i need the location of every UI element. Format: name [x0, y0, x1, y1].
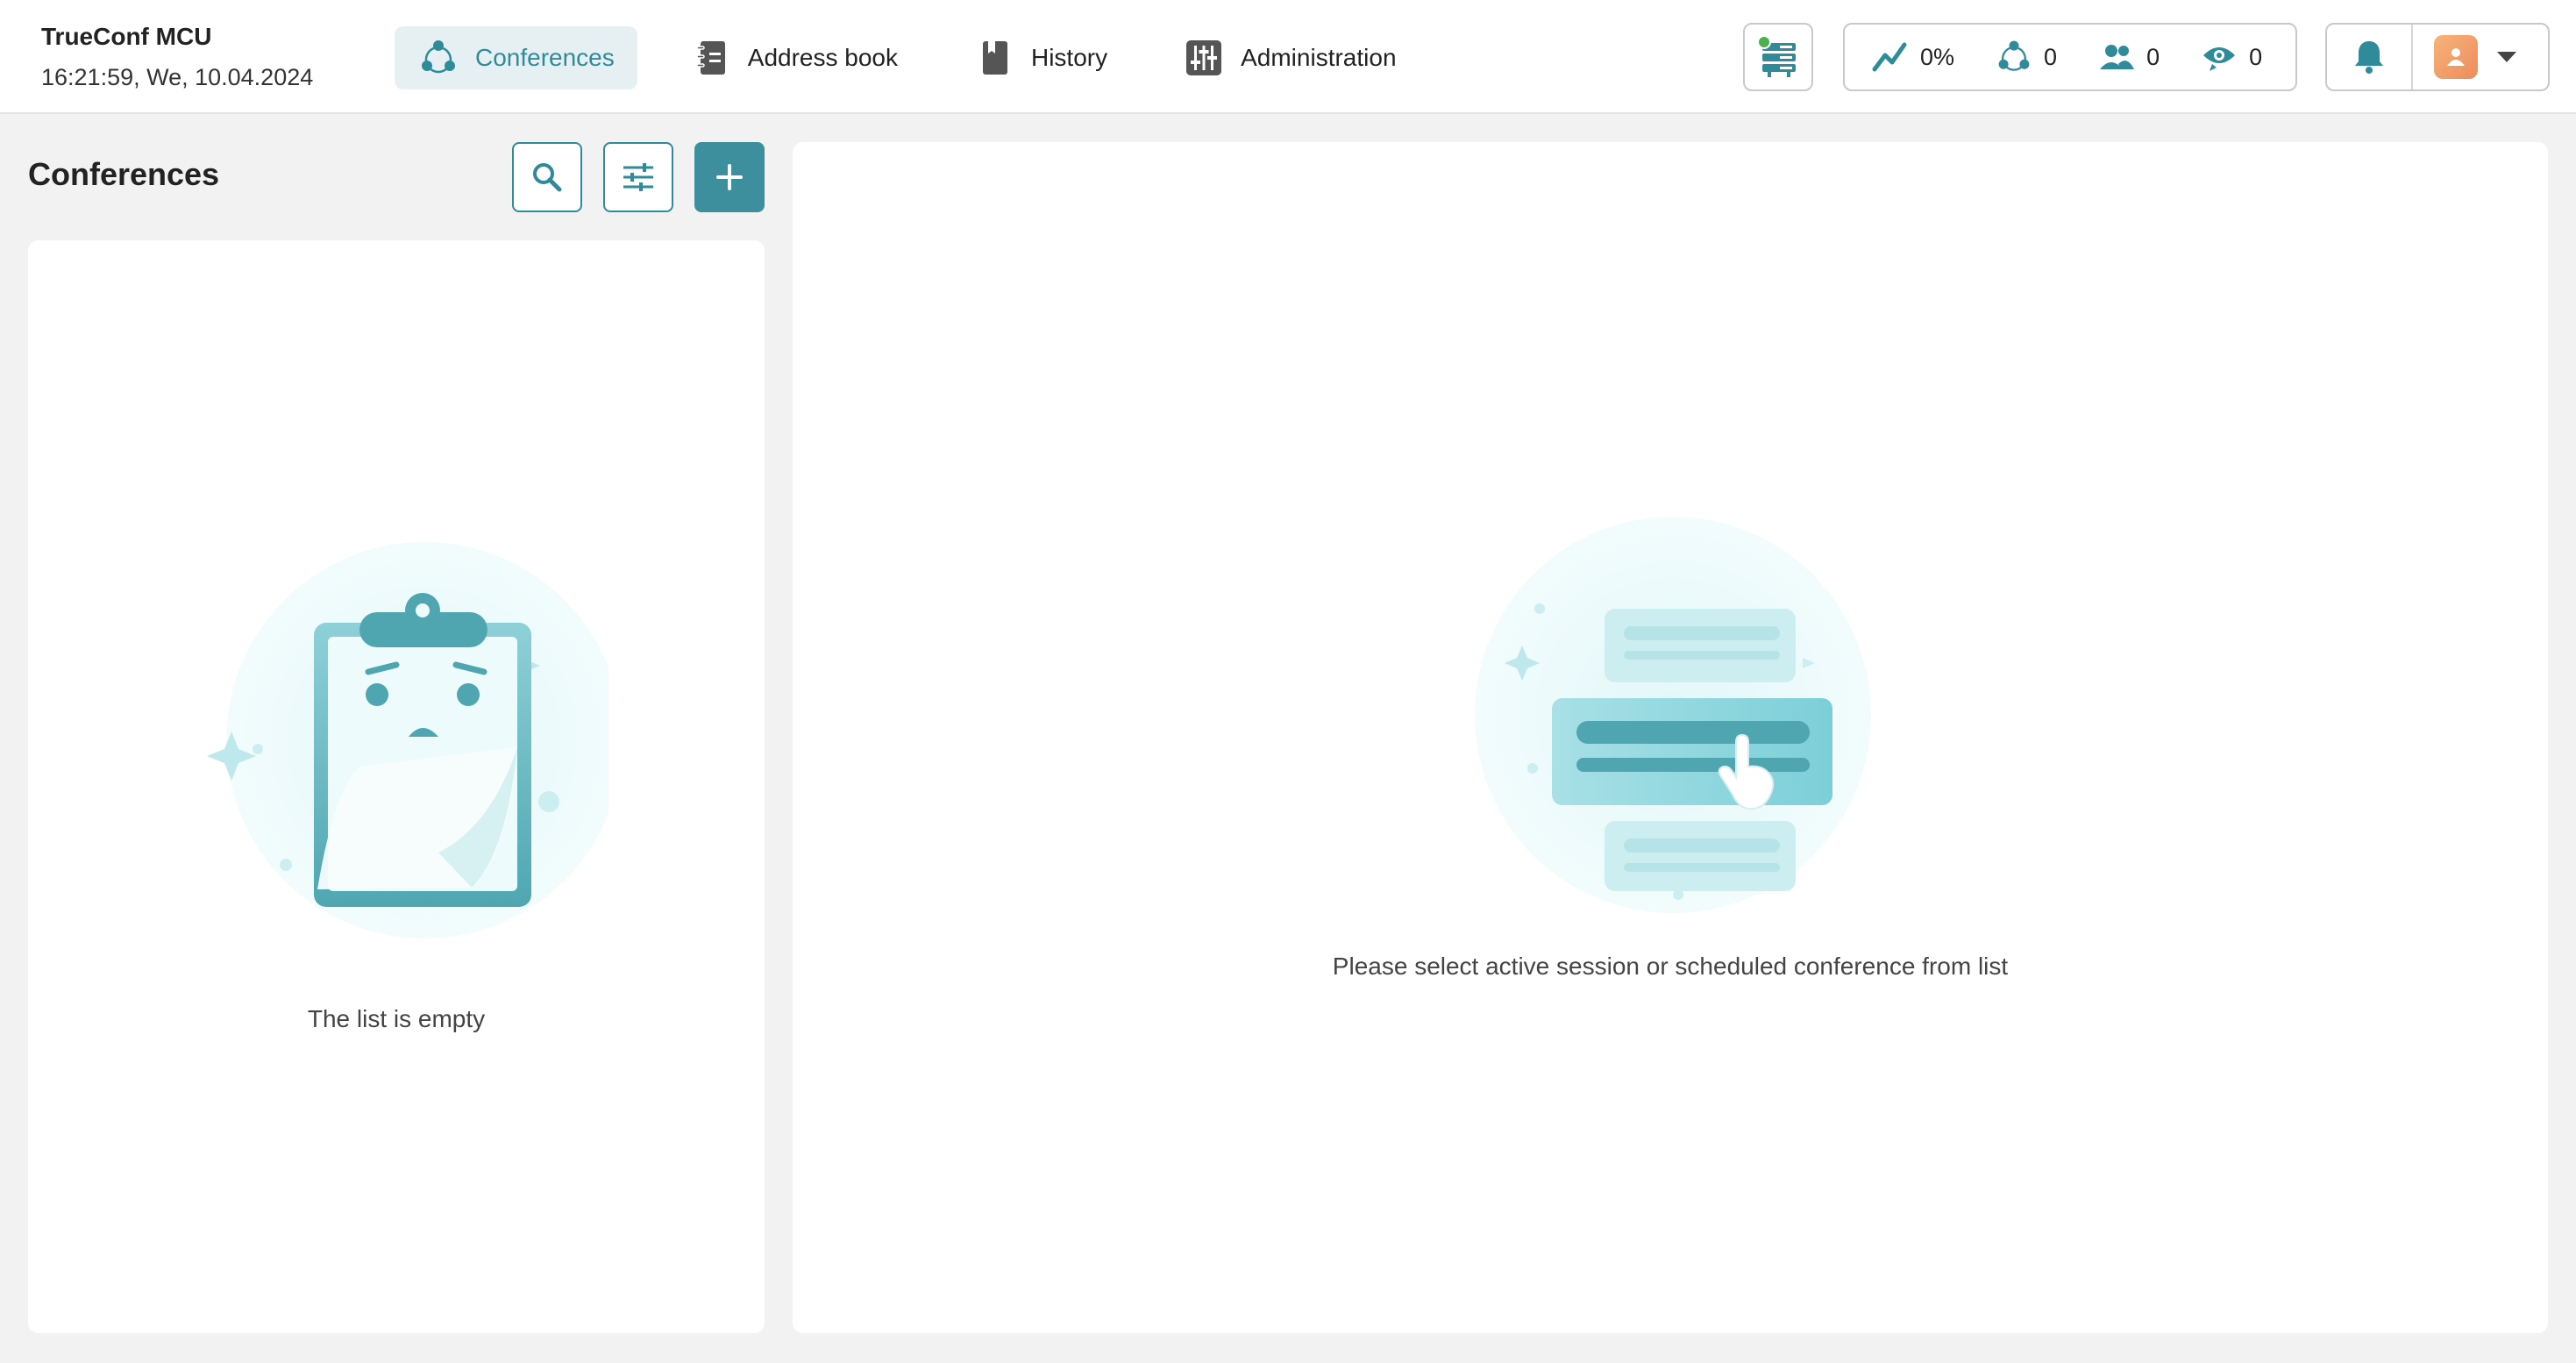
nav-conferences[interactable]: Conferences [395, 26, 637, 89]
stat-participants-value: 0 [2146, 43, 2160, 70]
conferences-icon [417, 37, 459, 79]
user-menu [2325, 23, 2550, 91]
search-button[interactable] [512, 142, 582, 212]
sliders-icon [623, 163, 653, 191]
main-nav: Conferences Address book History Adminis… [395, 26, 1449, 89]
history-icon [973, 37, 1015, 79]
nav-address-book[interactable]: Address book [667, 26, 921, 89]
stat-viewers: 0 [2200, 38, 2262, 76]
empty-list-text: The list is empty [307, 1005, 486, 1032]
participants-icon [2097, 38, 2136, 76]
conferences-icon [1995, 38, 2033, 76]
filter-button[interactable] [603, 142, 673, 212]
nav-label: Address book [747, 44, 898, 71]
trend-icon [1871, 38, 1910, 76]
clock: 16:21:59, We, 10.04.2024 [41, 64, 314, 90]
empty-clipboard-illustration [188, 539, 623, 964]
nav-label: Administration [1241, 44, 1397, 71]
nav-label: Conferences [475, 44, 615, 71]
stat-conferences: 0 [1995, 38, 2057, 76]
stat-participants: 0 [2097, 38, 2160, 76]
nav-label: History [1030, 44, 1108, 71]
administration-icon [1183, 37, 1225, 79]
stats-bar[interactable]: 0% 0 0 0 [1843, 23, 2297, 91]
stat-viewers-value: 0 [2249, 43, 2263, 70]
nav-administration[interactable]: Administration [1160, 26, 1419, 89]
brand: TrueConf MCU 16:21:59, We, 10.04.2024 [41, 21, 313, 93]
stat-load: 0% [1871, 38, 1954, 76]
server-icon [1757, 35, 1796, 77]
stat-load-value: 0% [1920, 43, 1955, 70]
viewers-icon [2200, 38, 2238, 76]
avatar[interactable] [2434, 35, 2478, 79]
select-conference-hint: Please select active session or schedule… [1332, 953, 2009, 980]
user-icon [2447, 48, 2465, 66]
top-bar: TrueConf MCU 16:21:59, We, 10.04.2024 Co… [0, 0, 2576, 114]
plus-icon [716, 164, 743, 190]
notifications-button[interactable] [2327, 25, 2413, 89]
online-dot [1757, 35, 1771, 49]
app-name: TrueConf MCU [41, 23, 212, 50]
search-icon [533, 163, 562, 192]
chevron-down-icon[interactable] [2497, 52, 2516, 62]
conference-list: The list is empty [28, 240, 765, 1333]
nav-history[interactable]: History [950, 26, 1130, 89]
page-title: Conferences [28, 156, 220, 192]
address-book-icon [690, 37, 732, 79]
conference-detail-panel: Please select active session or schedule… [793, 142, 2548, 1333]
add-conference-button[interactable] [694, 142, 765, 212]
bell-icon [2355, 41, 2383, 74]
select-conference-illustration [1455, 500, 1885, 934]
server-status-button[interactable] [1743, 23, 1813, 91]
stat-conferences-value: 0 [2044, 43, 2058, 70]
